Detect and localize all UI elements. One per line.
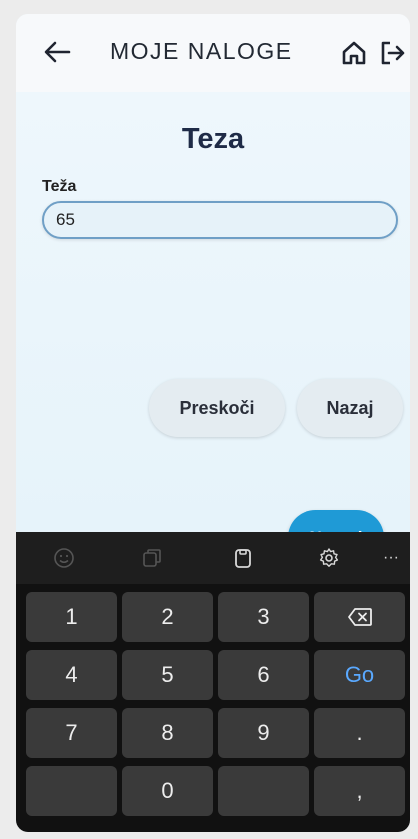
settings-icon[interactable] [312,541,346,575]
keyboard-toolbar: ··· [16,532,410,584]
page-title: Teza [181,123,245,155]
header-title: MOJE NALOGE [110,38,293,64]
back-button[interactable]: Nazaj [297,379,403,437]
weight-input[interactable]: 65 [42,201,398,239]
key-8[interactable]: 8 [122,708,213,758]
blank-key[interactable] [26,766,117,816]
blank-key[interactable] [218,766,309,816]
emoji-icon[interactable] [47,541,81,575]
key-4[interactable]: 4 [26,650,117,700]
key-1[interactable]: 1 [26,592,117,642]
key-5[interactable]: 5 [122,650,213,700]
backspace-key[interactable] [314,592,405,642]
more-icon[interactable]: ··· [374,541,408,575]
dot-key[interactable]: . [314,708,405,758]
backspace-icon [347,608,372,626]
back-arrow-icon[interactable] [40,34,74,70]
go-key[interactable]: Go [314,650,405,700]
key-6[interactable]: 6 [218,650,309,700]
logout-icon[interactable] [376,34,410,72]
weight-label: Teža [42,178,77,195]
weight-input-value: 65 [56,210,75,229]
home-icon[interactable] [336,34,372,72]
clipboard-icon[interactable] [135,541,169,575]
key-9[interactable]: 9 [218,708,309,758]
key-2[interactable]: 2 [122,592,213,642]
paste-icon[interactable] [226,541,260,575]
key-3[interactable]: 3 [218,592,309,642]
comma-key[interactable]: , [314,766,405,816]
app-screen: MOJE NALOGE Teza Teža 65 Preskoči Nazaj … [16,14,410,832]
key-7[interactable]: 7 [26,708,117,758]
form-area: Teza Teža 65 Preskoči Nazaj Naprej [16,92,410,565]
skip-button[interactable]: Preskoči [149,379,285,437]
top-bar: MOJE NALOGE [16,14,410,92]
numeric-keyboard: 1 2 3 4 5 6 Go 7 8 9 . 0 , [16,584,410,832]
key-0[interactable]: 0 [122,766,213,816]
